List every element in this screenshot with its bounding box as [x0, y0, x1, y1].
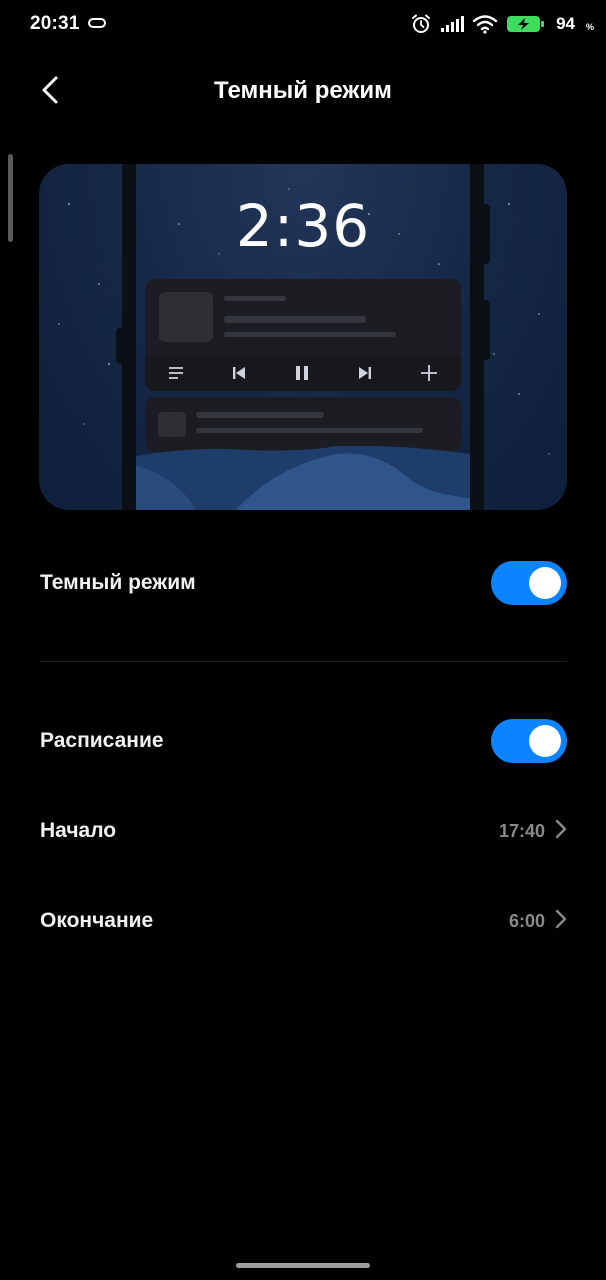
end-time-row[interactable]: Окончание 6:00: [40, 899, 567, 943]
preview-notification-card: [145, 397, 461, 452]
dark-mode-toggle[interactable]: [491, 561, 567, 605]
start-time-value: 17:40: [498, 820, 545, 841]
skeleton-line: [196, 428, 423, 433]
battery-percent-sign: %: [585, 21, 594, 32]
battery-charging-icon: [506, 14, 546, 34]
status-time: 20:31: [30, 13, 80, 34]
signal-icon: [440, 15, 465, 33]
pause-icon: [294, 365, 310, 381]
toggle-knob: [529, 725, 561, 757]
status-icons: 94 %: [410, 10, 594, 38]
schedule-toggle[interactable]: [491, 719, 567, 763]
scrollbar[interactable]: [8, 154, 13, 242]
chevron-right-icon: [555, 909, 567, 934]
status-bar: 20:31 94 %: [0, 0, 606, 50]
end-time-label: Окончание: [40, 909, 154, 932]
home-indicator[interactable]: [236, 1263, 370, 1268]
battery-percent: 94: [556, 14, 575, 33]
plus-icon: [420, 364, 438, 382]
page-title: Темный режим: [214, 77, 392, 104]
start-time-value-group: 17:40: [499, 819, 567, 844]
phone-button-right-bottom: [480, 300, 490, 360]
skeleton-line: [224, 296, 286, 301]
alarm-icon: [410, 13, 432, 35]
chevron-right-icon: [555, 819, 567, 844]
landscape-graphic: [136, 446, 470, 510]
next-icon: [357, 365, 373, 381]
skeleton-line: [196, 412, 324, 418]
start-time-row[interactable]: Начало 17:40: [40, 809, 567, 853]
skeleton-line: [224, 332, 396, 337]
toggle-knob: [529, 567, 561, 599]
preview-clock: 2:36: [235, 192, 371, 260]
skeleton-line: [224, 316, 366, 323]
notification-pill-icon: [88, 18, 106, 28]
start-time-label: Начало: [40, 819, 117, 842]
end-time-value-group: 6:00: [509, 909, 567, 934]
dark-mode-preview: 2:36: [39, 164, 567, 510]
dark-mode-row[interactable]: Темный режим: [40, 561, 567, 605]
notification-thumbnail: [158, 412, 186, 437]
divider: [40, 661, 567, 662]
end-time-value: 6:00: [508, 910, 545, 931]
previous-icon: [231, 365, 247, 381]
wifi-icon: [472, 14, 498, 34]
playlist-icon: [168, 366, 184, 380]
media-controls: [145, 355, 461, 391]
preview-media-card: [145, 279, 461, 391]
phone-button-left: [116, 328, 126, 364]
media-thumbnail: [159, 292, 213, 342]
schedule-label: Расписание: [40, 729, 164, 752]
schedule-row[interactable]: Расписание: [40, 719, 567, 763]
dark-mode-label: Темный режим: [40, 571, 196, 594]
